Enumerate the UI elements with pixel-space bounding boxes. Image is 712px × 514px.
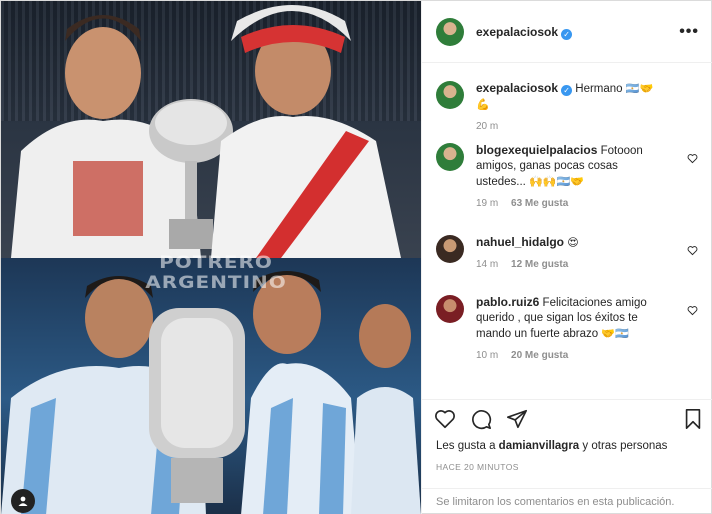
verified-badge-icon: ✓ [561,28,573,40]
comment-icon[interactable] [470,408,492,435]
header-username[interactable]: exepalaciosok [476,25,558,39]
comment-likes[interactable]: 63 Me gusta [511,198,568,209]
comment-body: nahuel_hidalgo 😍 14 m 12 Me gusta [476,235,666,272]
post-photo[interactable]: POTRERO ARGENTINO [1,1,421,514]
avatar[interactable] [436,17,464,46]
comment-username[interactable]: nahuel_hidalgo [476,235,564,249]
heart-icon[interactable] [687,303,698,321]
likes-suffix[interactable]: y otras personas [582,440,667,452]
comment-body: pablo.ruiz6 Felicitaciones amigo querido… [476,295,666,363]
photo-bottom-figures [1,271,421,514]
verified-badge-icon: ✓ [561,85,573,96]
comment-body: blogexequielpalacios Fotooon amigos, gan… [476,143,666,211]
heart-icon[interactable] [434,408,456,435]
likes-user[interactable]: damianvillagra [499,440,580,452]
header-user: exepalaciosok ✓ [476,23,573,41]
photo-watermark: POTRERO ARGENTINO [145,251,287,293]
caption-body: exepalaciosok ✓ Hermano 🇦🇷🤝💪 20 m [476,81,666,134]
bookmark-icon[interactable] [682,408,704,435]
likes-summary: Les gusta a damianvillagra y otras perso… [436,440,667,452]
post-header: exepalaciosok ✓ ••• [422,1,712,63]
heart-icon[interactable] [687,151,698,169]
caption-username[interactable]: exepalaciosok [476,81,558,95]
list-item: pablo.ruiz6 Felicitaciones amigo querido… [436,295,698,363]
caption-time: 20 m [476,121,499,132]
action-bar [434,408,704,432]
photo-top-half [1,1,421,258]
post-actions: Les gusta a damianvillagra y otras perso… [422,399,712,514]
avatar[interactable] [436,143,464,171]
comments-list: exepalaciosok ✓ Hermano 🇦🇷🤝💪 20 m blogexe… [422,63,712,399]
avatar[interactable] [436,235,464,263]
comment-likes[interactable]: 12 Me gusta [511,259,568,270]
person-icon[interactable] [11,489,35,513]
comment-meta: 14 m 12 Me gusta [476,257,666,272]
instagram-post: POTRERO ARGENTINO exepalaciosok ✓ ••• exe… [0,0,712,514]
caption-text: Hermano [575,83,623,95]
comment-emojis: 😍 [567,236,579,249]
post-side-panel: exepalaciosok ✓ ••• exepalaciosok ✓ Herman… [421,1,712,514]
comment-emojis: 🙌🙌🇦🇷🤝 [529,175,584,188]
comment-emojis: 🤝🇦🇷 [601,327,629,340]
photo-top-figures [11,5,401,258]
list-item: nahuel_hidalgo 😍 14 m 12 Me gusta [436,235,698,272]
list-item: blogexequielpalacios Fotooon amigos, gan… [436,143,698,211]
comment-meta: 20 m [476,119,666,134]
more-options-icon[interactable]: ••• [679,23,699,41]
comment-meta: 10 m 20 Me gusta [476,348,666,363]
comments-limited-notice: Se limitaron los comentarios en esta pub… [422,488,712,514]
comment-meta: 19 m 63 Me gusta [476,196,666,211]
avatar[interactable] [436,295,464,323]
avatar[interactable] [436,81,464,109]
share-icon[interactable] [506,408,528,435]
comment-username[interactable]: blogexequielpalacios [476,143,597,157]
comment-time: 19 m [476,198,499,209]
heart-icon[interactable] [687,243,698,261]
comment-likes[interactable]: 20 Me gusta [511,350,568,361]
post-time[interactable]: HACE 20 MINUTOS [436,462,519,472]
comment-time: 10 m [476,350,499,361]
photo-bottom-half [1,258,421,514]
caption: exepalaciosok ✓ Hermano 🇦🇷🤝💪 20 m [436,81,698,134]
likes-prefix: Les gusta a [436,440,496,452]
comment-username[interactable]: pablo.ruiz6 [476,295,539,309]
comment-time: 14 m [476,259,499,270]
